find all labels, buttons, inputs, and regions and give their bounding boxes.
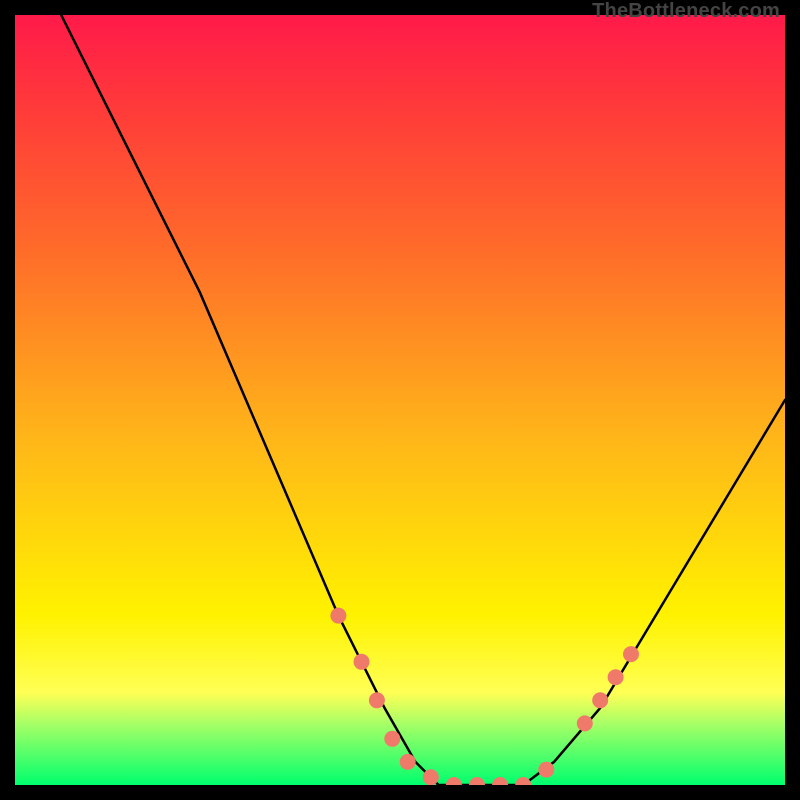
marker-dot: [492, 777, 508, 785]
marker-dot: [354, 654, 370, 670]
curve-overlay-svg: [15, 15, 785, 785]
plot-area: [15, 15, 785, 785]
watermark-text: TheBottleneck.com: [592, 0, 780, 23]
marker-dot: [369, 692, 385, 708]
marker-dot: [400, 754, 416, 770]
marker-dot: [384, 731, 400, 747]
marker-dot: [577, 715, 593, 731]
marker-dot: [423, 769, 439, 785]
marker-dot: [538, 762, 554, 778]
marker-dot: [515, 777, 531, 785]
marker-dot: [446, 777, 462, 785]
chart-frame: TheBottleneck.com: [0, 0, 800, 800]
marker-dot: [469, 777, 485, 785]
curve-path: [61, 15, 785, 785]
marker-group: [330, 608, 639, 785]
marker-dot: [608, 669, 624, 685]
marker-dot: [592, 692, 608, 708]
marker-dot: [623, 646, 639, 662]
marker-dot: [330, 608, 346, 624]
